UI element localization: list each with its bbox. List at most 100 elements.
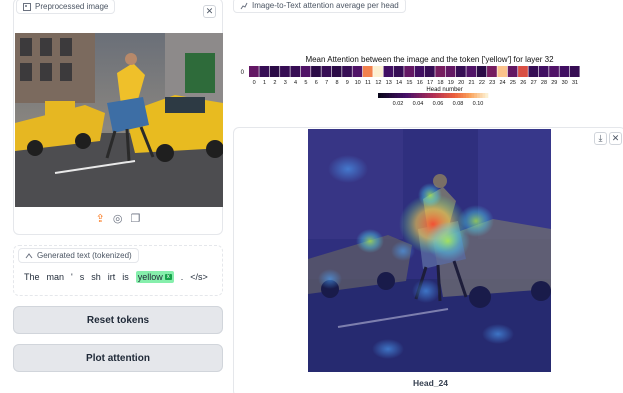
x-tick-label: 7 (325, 80, 328, 86)
colorbar-segment (424, 93, 428, 98)
x-tick-label: 31 (572, 80, 578, 86)
colorbar-segment (380, 93, 384, 98)
colorbar-segment (466, 93, 470, 98)
attention-chart-title: Mean Attention between the image and the… (305, 55, 554, 64)
x-tick-label: 24 (500, 80, 506, 86)
heatmap-cell (290, 66, 301, 77)
reset-tokens-button[interactable]: Reset tokens (13, 306, 223, 334)
colorbar-segment (408, 93, 412, 98)
x-tick-label: 16 (417, 80, 423, 86)
heatmap-cell (549, 66, 559, 77)
colorbar-segment (386, 93, 390, 98)
colorbar-segment (394, 93, 398, 98)
colorbar-segment (397, 93, 401, 98)
upload-icon[interactable]: ⇪ (96, 213, 105, 225)
colorbar-segment (433, 93, 437, 98)
attention-overlay-image (308, 129, 551, 372)
heatmap-cell (528, 66, 539, 77)
x-axis-label: Head number (426, 87, 462, 93)
colorbar-segment (422, 93, 426, 98)
plot-attention-button[interactable]: Plot attention (13, 344, 223, 372)
heatmap-cell (311, 66, 321, 77)
heatmap-cell (404, 66, 414, 77)
download-icon[interactable]: ⤓ (594, 132, 607, 145)
attention-panel: Image-to-Text attention average per head… (233, 0, 623, 120)
camera-icon[interactable]: ◎ (113, 213, 123, 225)
heatmap-cell (456, 66, 466, 77)
colorbar-segment (413, 93, 417, 98)
colorbar-segment (457, 93, 461, 98)
selected-token[interactable]: yellow x (135, 271, 174, 283)
token[interactable]: s (80, 272, 85, 282)
heatmap-cell (249, 66, 259, 77)
heatmap-cell (497, 66, 508, 77)
colorbar-segment (455, 93, 459, 98)
heatmap-cell (280, 66, 290, 77)
x-tick-label: 5 (304, 80, 307, 86)
heatmap-cell (476, 66, 487, 77)
heatmap-cell (269, 66, 280, 77)
attention-heatmap-chart: 00 1 2 3 4 5 6 7 8 9 10 11 12 13 14 15 16 17 18 19 20 21 22 23 2… (241, 66, 580, 107)
x-tick-label: 2 (273, 80, 276, 86)
colorbar-segment (438, 93, 442, 98)
token[interactable]: . (181, 272, 184, 282)
generated-text-label: Generated text (tokenized) (18, 248, 139, 263)
token[interactable]: is (122, 272, 129, 282)
x-tick-label: 12 (375, 80, 381, 86)
colorbar-segment (441, 93, 445, 98)
x-tick-label: 29 (551, 80, 557, 86)
token[interactable]: sh (91, 272, 101, 282)
image-panel: Preprocessed image ✕ ⇪ ◎ ❐ (13, 0, 223, 235)
x-tick-label: 23 (489, 80, 495, 86)
colorbar-segment (479, 93, 483, 98)
x-tick-label: 9 (346, 80, 349, 86)
preprocessed-photo (15, 33, 223, 207)
token[interactable]: man (47, 272, 65, 282)
colorbar-segment (463, 93, 467, 98)
x-tick-label: 14 (396, 80, 402, 86)
token[interactable]: The (24, 272, 40, 282)
colorbar-segment (477, 93, 481, 98)
token[interactable]: ' (71, 272, 73, 282)
x-tick-label: 3 (284, 80, 287, 86)
heatmap-cell (321, 66, 332, 77)
colorbar-tick-label: 0.04 (413, 101, 424, 107)
x-tick-label: 30 (562, 80, 568, 86)
attention-panel-label: Image-to-Text attention average per head (233, 0, 406, 13)
heatmap-cell (538, 66, 549, 77)
x-tick-label: 27 (531, 80, 537, 86)
colorbar-segment (485, 93, 489, 98)
close-icon[interactable]: ✕ (609, 132, 622, 145)
heatmap-cell (259, 66, 270, 77)
colorbar-segment (452, 93, 456, 98)
x-tick-label: 20 (458, 80, 464, 86)
token[interactable]: </s> (190, 272, 208, 282)
colorbar-segment (402, 93, 406, 98)
x-tick-label: 21 (468, 80, 474, 86)
heatmap-cell (300, 66, 311, 77)
generated-text-panel: Generated text (tokenized) The man ' s s… (13, 245, 223, 296)
x-tick-label: 8 (335, 80, 338, 86)
colorbar-segment (468, 93, 472, 98)
heatmap-cell (373, 66, 383, 77)
heatmap-cell (414, 66, 425, 77)
heatmap-cell (424, 66, 435, 77)
token-list: The man ' s sh irt is yellow x . </s> (24, 271, 208, 283)
colorbar-segment (435, 93, 439, 98)
x-tick-label: 1 (263, 80, 266, 86)
selected-token-tag[interactable]: x (164, 274, 172, 280)
x-tick-label: 13 (386, 80, 392, 86)
colorbar-segment (430, 93, 434, 98)
token[interactable]: irt (108, 272, 116, 282)
close-icon[interactable]: ✕ (203, 5, 216, 18)
x-tick-label: 19 (448, 80, 454, 86)
x-tick-label: 10 (355, 80, 361, 86)
colorbar-segment (383, 93, 387, 98)
image-panel-label: Preprocessed image (16, 0, 116, 14)
heatmap-caption: Head_24 (413, 378, 448, 388)
x-tick-label: 17 (427, 80, 433, 86)
heatmap-cell (393, 66, 404, 77)
colorbar-segment (389, 93, 393, 98)
clipboard-icon[interactable]: ❐ (130, 213, 140, 225)
heatmap-panel: ⤓ ✕ Head_24 (233, 127, 623, 393)
